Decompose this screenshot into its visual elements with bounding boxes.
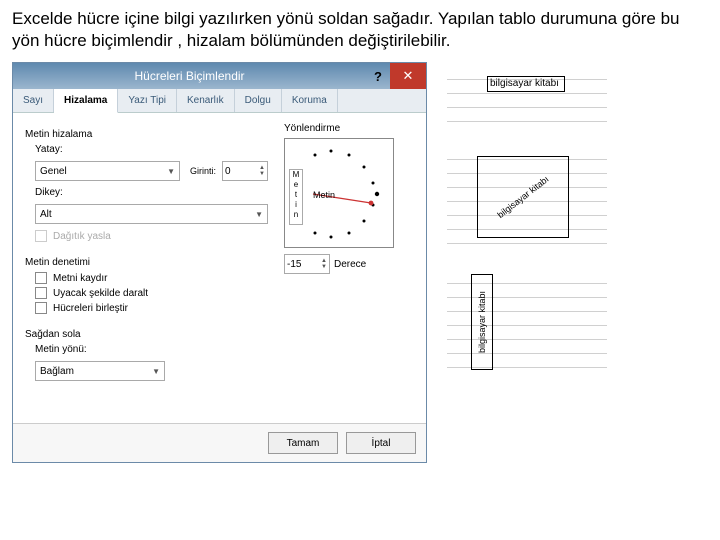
tab-strip: Sayı Hizalama Yazı Tipi Kenarlık Dolgu K…: [13, 89, 426, 113]
chevron-down-icon: ▼: [152, 367, 160, 376]
horizontal-label: Yatay:: [35, 144, 85, 155]
tab-fill[interactable]: Dolgu: [235, 89, 282, 112]
indent-value: 0: [225, 166, 231, 177]
indent-spinner[interactable]: 0 ▲▼: [222, 161, 268, 181]
close-icon[interactable]: ✕: [390, 63, 426, 89]
direction-value: Bağlam: [40, 366, 74, 377]
section-text-control: Metin denetimi: [25, 257, 268, 268]
orientation-word: Metin: [313, 190, 335, 200]
indent-label: Girinti:: [190, 166, 216, 176]
horizontal-dropdown[interactable]: Genel ▼: [35, 161, 180, 181]
ok-button[interactable]: Tamam: [268, 432, 338, 454]
example-cell-2: bilgisayar kitabı: [477, 156, 569, 238]
orientation-box[interactable]: Metin Metin: [284, 138, 394, 248]
format-cells-dialog: Hücreleri Biçimlendir ? ✕ Sayı Hizalama …: [12, 62, 427, 463]
orientation-vertical-sample[interactable]: Metin: [289, 169, 303, 225]
cancel-button[interactable]: İptal: [346, 432, 416, 454]
titlebar: Hücreleri Biçimlendir ? ✕: [13, 63, 426, 89]
section-rtl: Sağdan sola: [25, 329, 268, 340]
tab-number[interactable]: Sayı: [13, 89, 54, 112]
direction-label: Metin yönü:: [35, 344, 105, 355]
vertical-value: Alt: [40, 209, 52, 220]
orientation-arc[interactable]: Metin: [309, 145, 389, 243]
tab-protection[interactable]: Koruma: [282, 89, 338, 112]
tab-font[interactable]: Yazı Tipi: [118, 89, 177, 112]
merge-label: Hücreleri birleştir: [53, 303, 128, 314]
down-icon: ▼: [259, 171, 265, 177]
vertical-label: Dikey:: [35, 187, 85, 198]
justify-distributed-label: Dağıtık yasla: [53, 231, 111, 242]
chevron-down-icon: ▼: [255, 210, 263, 219]
example-vertical: bilgisayar kitabı: [447, 270, 607, 378]
help-icon[interactable]: ?: [366, 69, 390, 84]
merge-checkbox[interactable]: [35, 302, 47, 314]
example-cell-1: bilgisayar kitabı: [487, 76, 565, 92]
degree-label: Derece: [334, 259, 366, 270]
section-text-align: Metin hizalama: [25, 129, 268, 140]
example-horizontal: bilgisayar kitabı: [447, 66, 607, 122]
chevron-down-icon: ▼: [167, 167, 175, 176]
justify-distributed-checkbox: [35, 230, 47, 242]
dialog-title: Hücreleri Biçimlendir: [13, 69, 366, 83]
direction-dropdown[interactable]: Bağlam ▼: [35, 361, 165, 381]
wrap-checkbox[interactable]: [35, 272, 47, 284]
tab-alignment[interactable]: Hizalama: [54, 89, 118, 113]
vertical-dropdown[interactable]: Alt ▼: [35, 204, 268, 224]
wrap-label: Metni kaydır: [53, 273, 107, 284]
intro-text: Excelde hücre içine bilgi yazılırken yön…: [12, 8, 708, 52]
shrink-checkbox[interactable]: [35, 287, 47, 299]
down-icon: ▼: [321, 264, 327, 270]
horizontal-value: Genel: [40, 166, 67, 177]
tab-border[interactable]: Kenarlık: [177, 89, 235, 112]
button-bar: Tamam İptal: [13, 423, 426, 462]
example-diagonal: bilgisayar kitabı: [447, 146, 607, 246]
examples-column: bilgisayar kitabı bilgisayar kitabı bilg…: [447, 62, 708, 463]
degree-spinner[interactable]: -15 ▲▼: [284, 254, 330, 274]
degree-value: -15: [287, 259, 301, 270]
shrink-label: Uyacak şekilde daralt: [53, 288, 148, 299]
section-orientation: Yönlendirme: [284, 123, 414, 134]
example-cell-3: bilgisayar kitabı: [471, 274, 493, 370]
